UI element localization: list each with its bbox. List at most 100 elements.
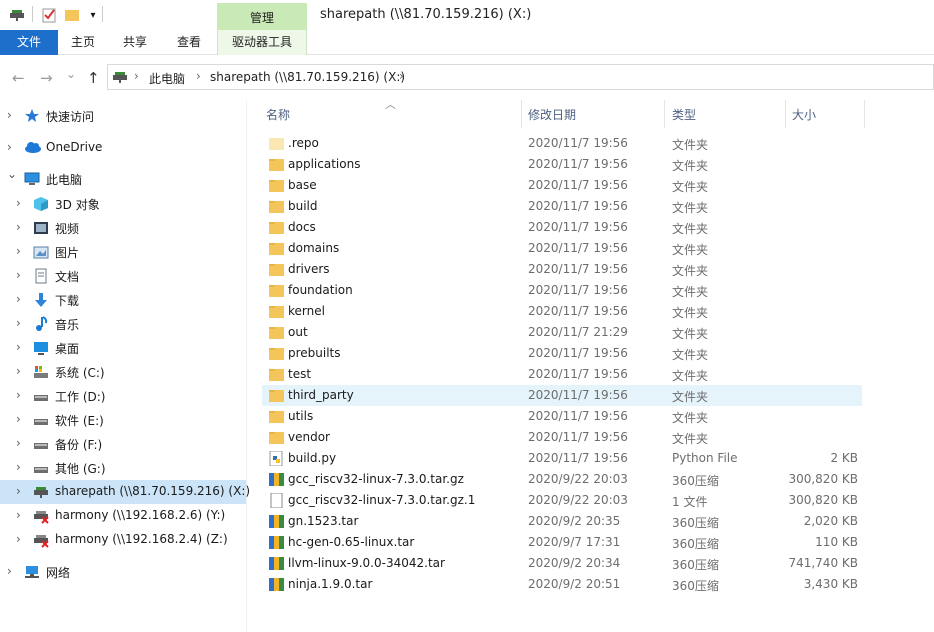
tab-view[interactable]: 查看 [163, 30, 215, 55]
sidebar-item[interactable]: › 视频 [0, 216, 246, 240]
tab-home[interactable]: 主页 [58, 30, 108, 55]
sidebar-item-label: harmony (\\192.168.2.4) (Z:) [55, 532, 228, 546]
video-icon [33, 220, 49, 236]
chevron-right-icon[interactable]: › [16, 268, 21, 282]
forward-button[interactable]: → [40, 69, 53, 87]
file-row[interactable]: foundation 2020/11/7 19:56 文件夹 [262, 280, 862, 301]
file-type: 文件夹 [672, 222, 709, 236]
file-name: build [288, 199, 318, 213]
file-row[interactable]: .repo 2020/11/7 19:56 文件夹 [262, 133, 862, 154]
file-row[interactable]: ninja.1.9.0.tar 2020/9/2 20:51 360压缩 3,430 … [262, 574, 862, 595]
chevron-right-icon[interactable]: › [16, 436, 21, 450]
file-row[interactable]: kernel 2020/11/7 19:56 文件夹 [262, 301, 862, 322]
up-button[interactable]: ↑ [87, 69, 100, 87]
network-drive-icon [33, 484, 49, 500]
sidebar-item[interactable]: › harmony (\\192.168.2.4) (Z:) [0, 528, 246, 552]
file-row[interactable]: domains 2020/11/7 19:56 文件夹 [262, 238, 862, 259]
chevron-right-icon[interactable]: › [16, 196, 21, 210]
file-row[interactable]: gn.1523.tar 2020/9/2 20:35 360压缩 2,020 KB [262, 511, 862, 532]
sidebar-item[interactable]: › 系统 (C:) [0, 360, 246, 384]
column-divider[interactable] [664, 100, 665, 128]
chevron-right-icon[interactable]: › [16, 340, 21, 354]
sidebar-item[interactable]: › 音乐 [0, 312, 246, 336]
tab-share[interactable]: 共享 [110, 30, 160, 55]
file-row[interactable]: prebuilts 2020/11/7 19:56 文件夹 [262, 343, 862, 364]
file-name: foundation [288, 283, 353, 297]
chevron-right-icon[interactable]: › [16, 508, 21, 522]
file-row[interactable]: hc-gen-0.65-linux.tar 2020/9/7 17:31 360压缩… [262, 532, 862, 553]
properties-icon[interactable] [40, 6, 58, 24]
file-row[interactable]: build 2020/11/7 19:56 文件夹 [262, 196, 862, 217]
file-row[interactable]: out 2020/11/7 21:29 文件夹 [262, 322, 862, 343]
file-modified-date: 2020/9/22 20:03 [528, 493, 628, 507]
back-button[interactable]: ← [12, 69, 25, 87]
file-type: Python File [672, 451, 738, 465]
sidebar-item[interactable]: › 软件 (E:) [0, 408, 246, 432]
sidebar-item[interactable]: › OneDrive [0, 136, 246, 160]
archive-icon [269, 577, 284, 592]
column-divider[interactable] [521, 100, 522, 128]
file-row[interactable]: docs 2020/11/7 19:56 文件夹 [262, 217, 862, 238]
breadcrumb-this-pc[interactable]: 此电脑 [149, 70, 185, 87]
chevron-right-icon[interactable]: › [16, 484, 21, 498]
file-row[interactable]: utils 2020/11/7 19:56 文件夹 [262, 406, 862, 427]
sidebar-item[interactable]: › harmony (\\192.168.2.6) (Y:) [0, 504, 246, 528]
chevron-right-icon[interactable]: › [16, 388, 21, 402]
file-row[interactable]: third_party 2020/11/7 19:56 文件夹 [262, 385, 862, 406]
sidebar-item[interactable]: › 工作 (D:) [0, 384, 246, 408]
breadcrumb-separator[interactable]: › [196, 69, 201, 83]
sidebar-item[interactable]: › 文档 [0, 264, 246, 288]
file-row[interactable]: build.py 2020/11/7 19:56 Python File 2 KB [262, 448, 862, 469]
sidebar-item-label: 快速访问 [46, 110, 95, 124]
column-header-date[interactable]: 修改日期 [528, 106, 576, 123]
chevron-right-icon[interactable]: › [16, 412, 21, 426]
sort-ascending-icon: ︿ [385, 98, 396, 111]
breadcrumb-separator[interactable]: › [399, 69, 404, 83]
column-header-name[interactable]: 名称 [266, 106, 290, 123]
column-divider[interactable] [864, 100, 865, 128]
customize-toolbar-chevron-icon[interactable]: ▾ [84, 6, 102, 24]
network-drive-icon[interactable] [8, 6, 26, 24]
breadcrumb-sharepath[interactable]: sharepath (\\81.70.159.216) (X:) [210, 70, 405, 84]
column-divider[interactable] [785, 100, 786, 128]
chevron-right-icon[interactable]: › [16, 244, 21, 258]
tab-drive-tools[interactable]: 驱动器工具 [217, 30, 307, 55]
file-row[interactable]: test 2020/11/7 19:56 文件夹 [262, 364, 862, 385]
sidebar-item[interactable]: › 备份 (F:) [0, 432, 246, 456]
sidebar-item[interactable]: › 其他 (G:) [0, 456, 246, 480]
file-row[interactable]: vendor 2020/11/7 19:56 文件夹 [262, 427, 862, 448]
chevron-right-icon[interactable]: › [7, 564, 12, 578]
recent-locations-button[interactable]: ⌄ [66, 67, 76, 81]
sidebar-item[interactable]: › 桌面 [0, 336, 246, 360]
sidebar-item[interactable]: ⌄ 此电脑 [0, 167, 246, 191]
column-header-size[interactable]: 大小 [792, 106, 816, 123]
address-bar[interactable]: › 此电脑 › sharepath (\\81.70.159.216) (X:)… [107, 64, 934, 90]
chevron-right-icon[interactable]: › [16, 460, 21, 474]
chevron-right-icon[interactable]: › [7, 108, 12, 122]
chevron-right-icon[interactable]: › [7, 140, 12, 154]
breadcrumb-separator[interactable]: › [134, 69, 139, 83]
file-row[interactable]: base 2020/11/7 19:56 文件夹 [262, 175, 862, 196]
chevron-down-icon[interactable]: ⌄ [7, 167, 17, 181]
chevron-right-icon[interactable]: › [16, 364, 21, 378]
column-header-type[interactable]: 类型 [672, 106, 696, 123]
sidebar-item[interactable]: › 快速访问 [0, 104, 246, 128]
chevron-right-icon[interactable]: › [16, 532, 21, 546]
file-row[interactable]: llvm-linux-9.0.0-34042.tar 2020/9/2 20:34… [262, 553, 862, 574]
drive-icon [33, 412, 49, 428]
file-row[interactable]: drivers 2020/11/7 19:56 文件夹 [262, 259, 862, 280]
tab-file[interactable]: 文件 [0, 30, 58, 55]
chevron-right-icon[interactable]: › [16, 316, 21, 330]
file-row[interactable]: applications 2020/11/7 19:56 文件夹 [262, 154, 862, 175]
new-folder-icon[interactable] [63, 6, 81, 24]
chevron-right-icon[interactable]: › [16, 292, 21, 306]
sidebar-item[interactable]: › 网络 [0, 560, 246, 584]
sidebar-item[interactable]: › sharepath (\\81.70.159.216) (X:) [0, 480, 250, 504]
sidebar-item[interactable]: › 下载 [0, 288, 246, 312]
file-name: base [288, 178, 317, 192]
sidebar-item[interactable]: › 图片 [0, 240, 246, 264]
sidebar-item[interactable]: › 3D 对象 [0, 192, 246, 216]
file-row[interactable]: gcc_riscv32-linux-7.3.0.tar.gz.1 2020/9/2… [262, 490, 862, 511]
file-row[interactable]: gcc_riscv32-linux-7.3.0.tar.gz 2020/9/22 … [262, 469, 862, 490]
chevron-right-icon[interactable]: › [16, 220, 21, 234]
